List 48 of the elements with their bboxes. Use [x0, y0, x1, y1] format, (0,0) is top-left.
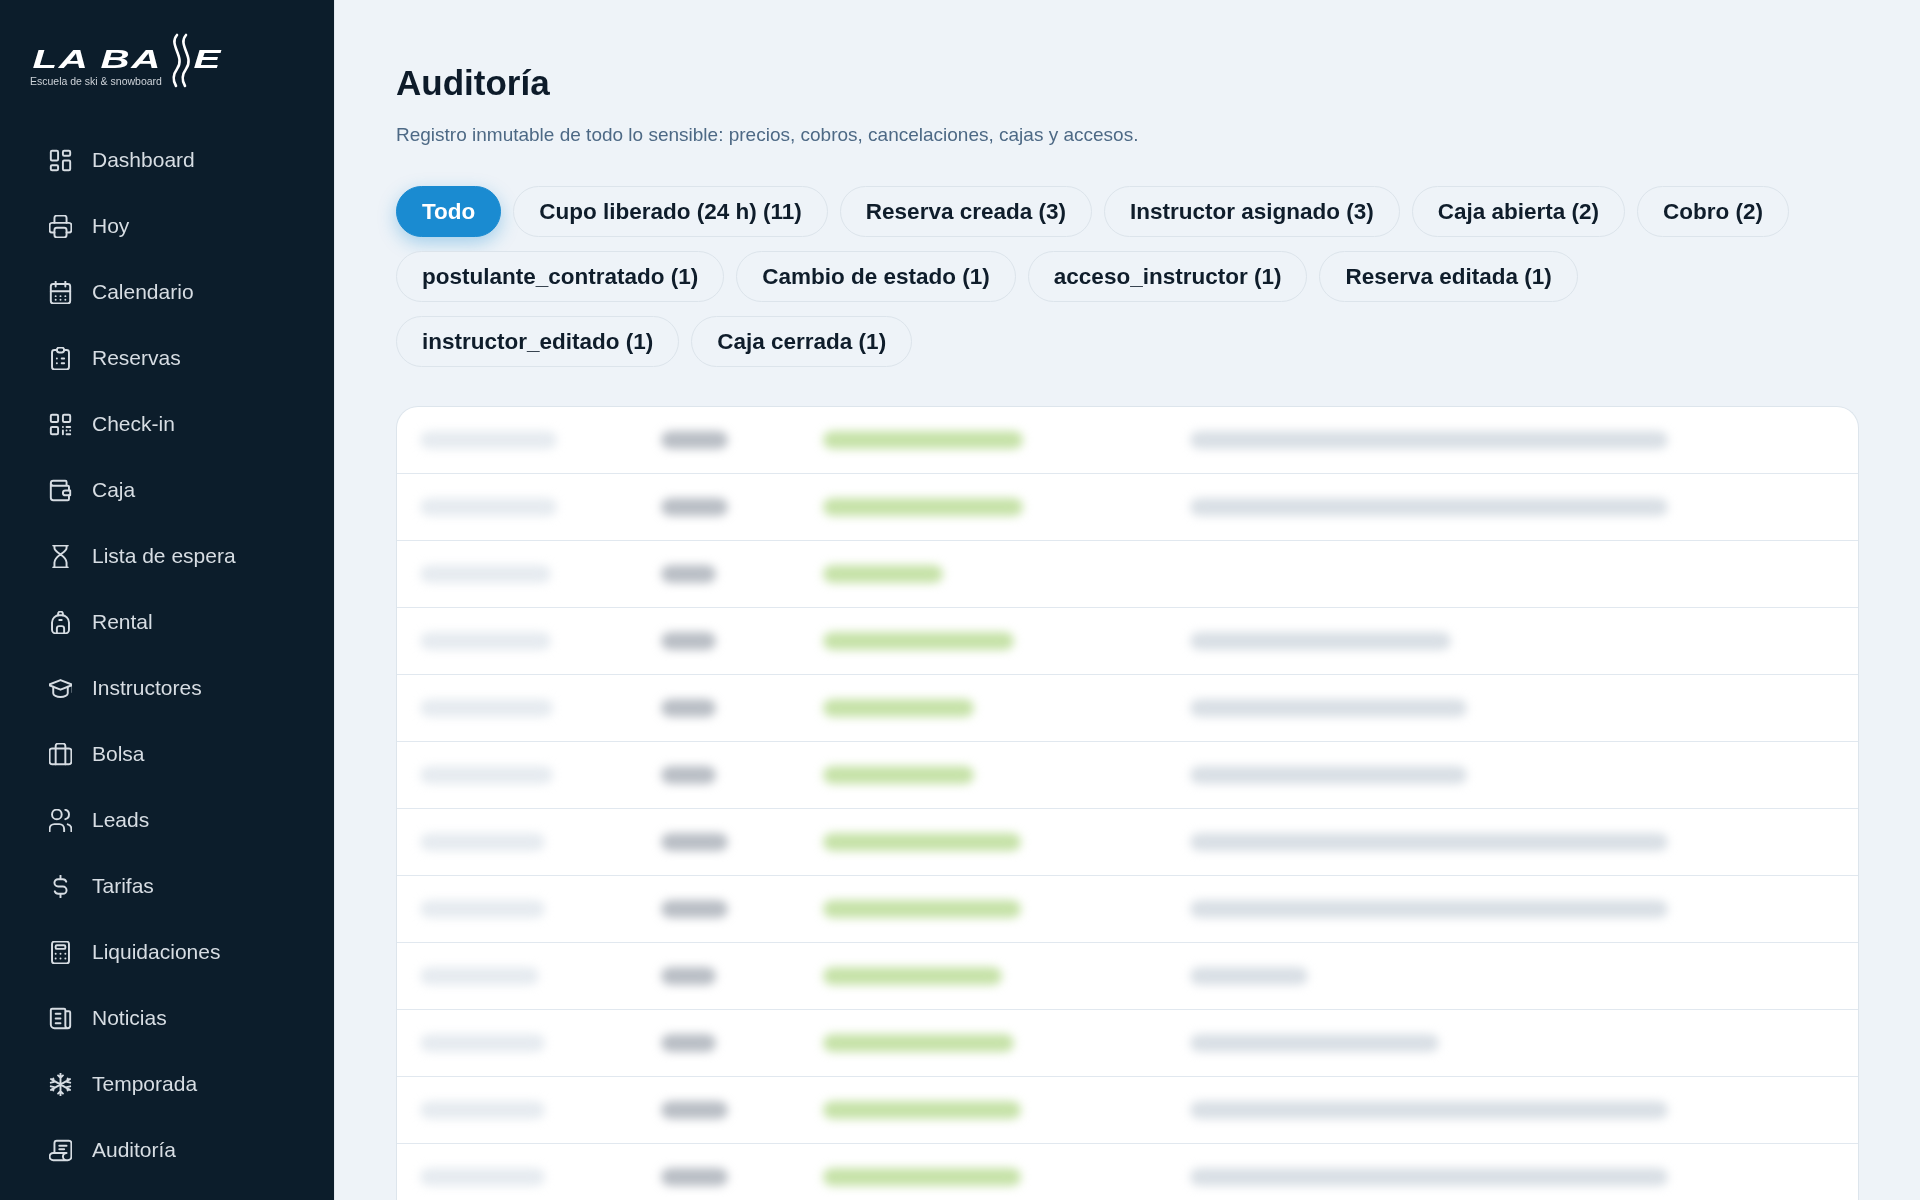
nav-item[interactable]: Liquidaciones [49, 939, 221, 965]
logo-tagline: Escuela de ski & snowboard [30, 75, 162, 87]
nav-item[interactable]: Reservas [49, 345, 181, 371]
nav-item[interactable]: Temporada [49, 1071, 198, 1097]
filter-chip[interactable]: Todo [396, 186, 502, 237]
filter-chip[interactable]: Cambio de estado (1) [736, 251, 1016, 302]
filter-chip[interactable]: Instructor asignado (3) [1104, 186, 1400, 237]
nav-item[interactable]: Calendario [49, 279, 194, 305]
filter-chip[interactable]: Reserva creada (3) [839, 186, 1092, 237]
filter-chip[interactable]: instructor_editado (1) [396, 316, 680, 367]
snowflake-icon [49, 1072, 72, 1096]
nav-item[interactable]: Lista de espera [49, 543, 236, 569]
filter-chip[interactable]: acceso_instructor (1) [1027, 251, 1308, 302]
hourglass-icon [49, 544, 72, 568]
nav-item[interactable]: Hoy [49, 213, 130, 239]
logo-wordmark: E [192, 46, 223, 72]
filter-chip[interactable]: Cobro (2) [1637, 186, 1790, 237]
dashboard-grid-icon [49, 148, 72, 172]
clipboard-list-icon [49, 346, 72, 370]
backpack-icon [49, 610, 72, 634]
nav-item[interactable]: Instructores [49, 675, 202, 701]
graduation-cap-icon [49, 676, 72, 700]
nav-item[interactable]: Bolsa [49, 741, 145, 767]
filter-chip[interactable]: Reserva editada (1) [1319, 251, 1578, 302]
nav-item[interactable]: Tarifas [49, 873, 154, 899]
users-icon [49, 808, 72, 832]
page-subtitle: Registro inmutable de todo lo sensible: precios, cobros, cancelaciones, cajas y accesos. [396, 123, 1139, 147]
scroll-icon [49, 1138, 72, 1162]
logo-wordmark: LA BA [31, 46, 163, 72]
nav-item[interactable]: Caja [49, 477, 136, 503]
calculator-icon [49, 940, 72, 964]
nav-item[interactable]: Noticias [49, 1005, 167, 1031]
newspaper-icon [49, 1006, 72, 1030]
calendar-icon [49, 280, 72, 304]
qr-code-icon [49, 412, 72, 436]
nav-item[interactable]: Check-in [49, 411, 175, 437]
nav-item[interactable]: Dashboard [49, 147, 195, 173]
nav-item[interactable]: Auditoría [49, 1137, 177, 1163]
nav-item[interactable]: Rental [49, 609, 153, 635]
page-title: Auditoría [396, 62, 550, 104]
nav-item[interactable]: Leads [49, 807, 150, 833]
filter-chip[interactable]: Cupo liberado (24 h) (11) [513, 186, 828, 237]
wallet-icon [49, 478, 72, 502]
filter-chip[interactable]: Caja cerrada (1) [691, 316, 913, 367]
printer-icon [49, 214, 72, 238]
filter-chip[interactable]: postulante_contratado (1) [396, 251, 725, 302]
filter-chip[interactable]: Caja abierta (2) [1411, 186, 1626, 237]
briefcase-icon [49, 742, 72, 766]
